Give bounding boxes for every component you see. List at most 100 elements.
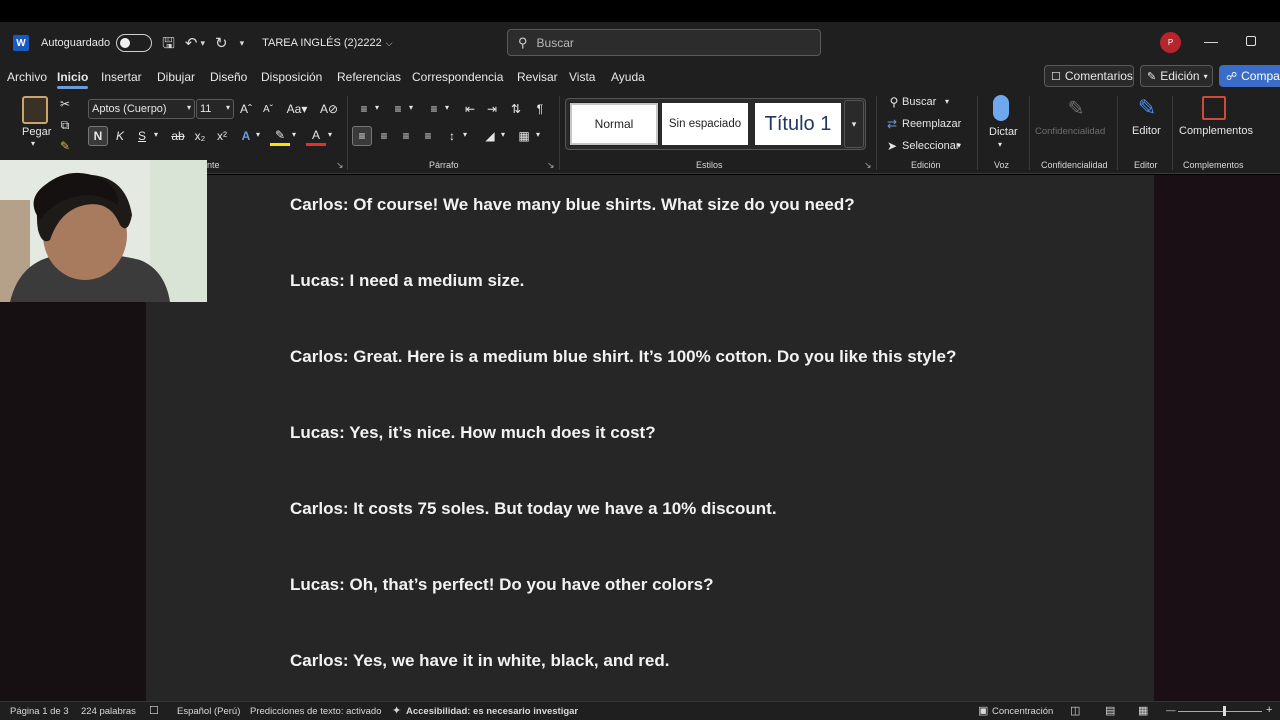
dialogue-line[interactable]: Carlos: It costs 75 soles. But today we …: [290, 499, 777, 519]
font-color-dropdown-icon[interactable]: ▾: [328, 130, 332, 139]
multilevel-list-icon[interactable]: ≡: [424, 99, 444, 119]
find-icon[interactable]: ⚲: [884, 92, 904, 112]
tab-vista[interactable]: Vista: [569, 70, 595, 84]
bullets-icon[interactable]: ≡: [354, 99, 374, 119]
avatar[interactable]: P: [1160, 32, 1181, 53]
style-no-spacing[interactable]: Sin espaciado: [662, 103, 748, 145]
dialogue-line[interactable]: Lucas: Yes, it’s nice. How much does it …: [290, 423, 656, 443]
tab-correspondencia[interactable]: Correspondencia: [412, 70, 503, 84]
justify-icon[interactable]: ≡: [418, 126, 438, 146]
tab-referencias[interactable]: Referencias: [337, 70, 401, 84]
zoom-slider[interactable]: [1178, 711, 1262, 712]
decrease-indent-icon[interactable]: ⇤: [460, 99, 480, 119]
search-input[interactable]: ⚲ Buscar: [507, 29, 821, 56]
replace-label[interactable]: Reemplazar: [902, 118, 961, 130]
font-size-select[interactable]: 11 ▾: [196, 99, 234, 119]
language[interactable]: Español (Perú): [177, 706, 240, 717]
font-dialog-launcher-icon[interactable]: ↘: [336, 160, 344, 171]
superscript-icon[interactable]: x²: [212, 126, 232, 146]
show-formatting-icon[interactable]: ¶: [530, 99, 550, 119]
italic-button[interactable]: K: [110, 126, 130, 146]
dialogue-line[interactable]: Carlos: Great. Here is a medium blue shi…: [290, 347, 956, 367]
replace-icon[interactable]: ⇄: [882, 114, 902, 134]
align-right-icon[interactable]: ≡: [396, 126, 416, 146]
subscript-icon[interactable]: x₂: [190, 126, 210, 146]
sort-icon[interactable]: ⇅: [506, 99, 526, 119]
addins-icon[interactable]: [1202, 96, 1226, 120]
document-title[interactable]: TAREA INGLÉS (2)2222: [262, 37, 382, 49]
text-effects-icon[interactable]: A: [236, 126, 256, 146]
word-count[interactable]: 224 palabras: [81, 706, 136, 717]
editor-label[interactable]: Editor: [1132, 125, 1161, 137]
increase-indent-icon[interactable]: ⇥: [482, 99, 502, 119]
font-color-icon[interactable]: A: [306, 126, 326, 146]
tab-revisar[interactable]: Revisar: [517, 70, 558, 84]
comments-button[interactable]: ☐ Comentarios: [1044, 65, 1134, 87]
align-left-icon[interactable]: ≡: [352, 126, 372, 146]
page-count[interactable]: Página 1 de 3: [10, 706, 69, 717]
editing-mode-button[interactable]: ✎ Edición ▾: [1140, 65, 1213, 87]
borders-dropdown-icon[interactable]: ▾: [536, 130, 540, 139]
dictate-dropdown-icon[interactable]: ▾: [998, 140, 1002, 149]
undo-icon[interactable]: ↶: [185, 36, 198, 51]
dialogue-line[interactable]: Carlos: Of course! We have many blue shi…: [290, 195, 855, 215]
zoom-out-icon[interactable]: —: [1166, 705, 1176, 716]
borders-icon[interactable]: ▦: [514, 126, 534, 146]
change-case-icon[interactable]: Aa▾: [284, 99, 310, 119]
undo-dropdown-icon[interactable]: ▾: [200, 38, 205, 49]
shrink-font-icon[interactable]: Aˇ: [258, 99, 278, 119]
grow-font-icon[interactable]: Aˆ: [236, 99, 256, 119]
line-spacing-dropdown-icon[interactable]: ▾: [463, 130, 467, 139]
paragraph-dialog-launcher-icon[interactable]: ↘: [547, 160, 555, 171]
print-layout-icon[interactable]: ▤: [1105, 704, 1115, 717]
line-spacing-icon[interactable]: ↕: [442, 126, 462, 146]
style-heading-1[interactable]: Título 1: [755, 103, 841, 145]
copy-icon[interactable]: ⧉: [55, 115, 75, 135]
zoom-in-icon[interactable]: +: [1266, 704, 1272, 716]
focus-icon[interactable]: ▣: [978, 704, 988, 717]
read-mode-icon[interactable]: ◫: [1070, 704, 1080, 717]
paste-icon[interactable]: [22, 96, 48, 124]
redo-icon[interactable]: ↻: [215, 36, 228, 51]
autosave-toggle[interactable]: [116, 34, 153, 52]
format-painter-icon[interactable]: ✎: [55, 136, 75, 156]
numbering-icon[interactable]: ≡: [388, 99, 408, 119]
share-button[interactable]: ☍ Compar: [1219, 65, 1280, 87]
addins-label[interactable]: Complementos: [1179, 125, 1253, 137]
paste-label[interactable]: Pegar: [22, 126, 51, 138]
bullets-dropdown-icon[interactable]: ▾: [375, 103, 379, 112]
shading-dropdown-icon[interactable]: ▾: [501, 130, 505, 139]
minimize-icon[interactable]: —: [1204, 33, 1218, 49]
accessibility-icon[interactable]: ✦: [392, 704, 401, 717]
tab-dibujar[interactable]: Dibujar: [157, 70, 195, 84]
highlight-icon[interactable]: ✎: [270, 126, 290, 146]
editor-icon[interactable]: ✎: [1134, 95, 1160, 121]
dialogue-line[interactable]: Carlos: Yes, we have it in white, black,…: [290, 651, 670, 671]
find-dropdown-icon[interactable]: ▾: [945, 97, 949, 106]
select-label[interactable]: Seleccionar: [902, 140, 959, 152]
customize-toolbar-icon[interactable]: ▾: [240, 38, 245, 49]
select-icon[interactable]: ➤: [882, 136, 902, 156]
tab-ayuda[interactable]: Ayuda: [611, 70, 645, 84]
paste-dropdown-icon[interactable]: ▾: [31, 139, 35, 148]
multilevel-dropdown-icon[interactable]: ▾: [445, 103, 449, 112]
focus-mode[interactable]: Concentración: [992, 706, 1053, 717]
text-predictions[interactable]: Predicciones de texto: activado: [250, 706, 382, 717]
save-icon[interactable]: 🖫: [162, 36, 175, 51]
tab-inicio[interactable]: Inicio: [57, 70, 89, 89]
select-dropdown-icon[interactable]: ▾: [957, 141, 961, 150]
web-layout-icon[interactable]: ▦: [1138, 704, 1148, 717]
title-chevron-icon[interactable]: ⌵: [386, 38, 393, 49]
shading-icon[interactable]: ◢: [480, 126, 500, 146]
cut-icon[interactable]: ✂: [55, 94, 75, 114]
restore-icon[interactable]: [1246, 36, 1256, 46]
document-page[interactable]: Carlos: Of course! We have many blue shi…: [146, 175, 1154, 701]
styles-more-icon[interactable]: ▾: [844, 100, 864, 148]
tab-insertar[interactable]: Insertar: [101, 70, 142, 84]
proofing-icon[interactable]: ☐: [149, 704, 159, 717]
highlight-dropdown-icon[interactable]: ▾: [292, 130, 296, 139]
bold-button[interactable]: N: [88, 126, 108, 146]
underline-dropdown-icon[interactable]: ▾: [154, 130, 158, 139]
microphone-icon[interactable]: [993, 95, 1009, 121]
underline-button[interactable]: S: [132, 126, 152, 146]
